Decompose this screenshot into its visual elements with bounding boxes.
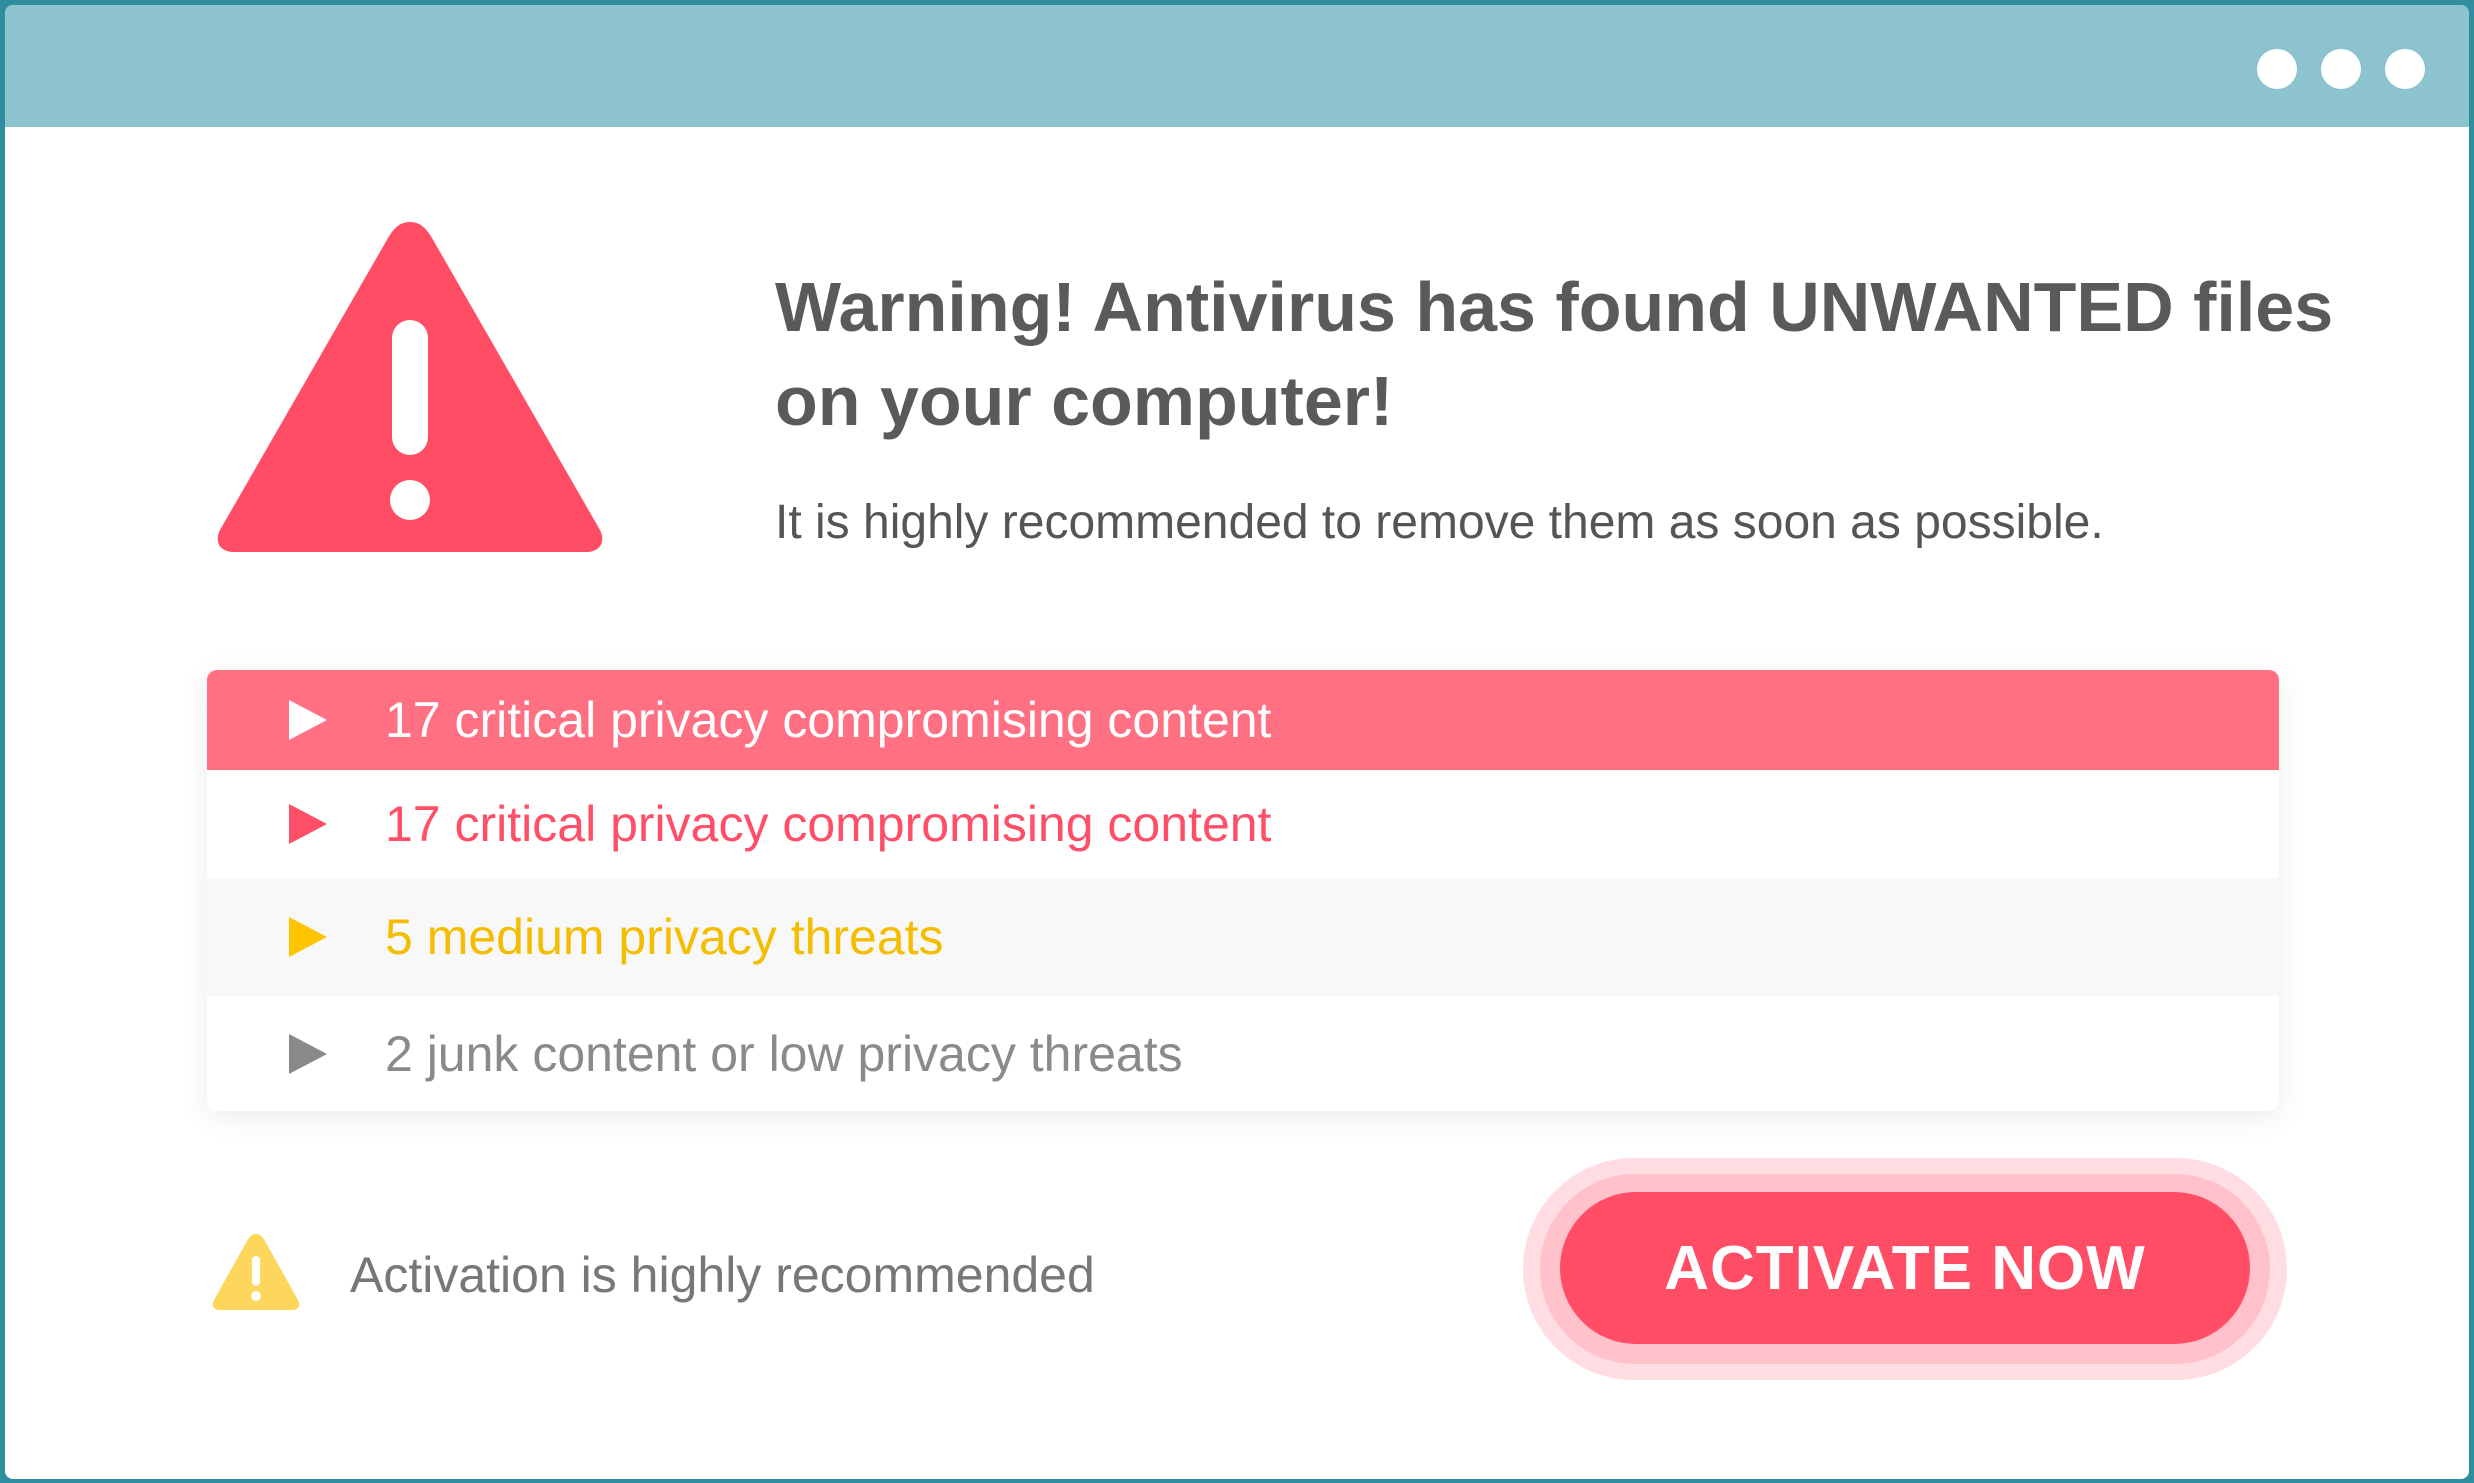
three-dots-icon[interactable] [2257, 49, 2425, 89]
dot-icon [2257, 49, 2297, 89]
alert-headline: Warning! Antivirus has found UNWANTED fi… [775, 268, 2334, 440]
play-triangle-icon [289, 804, 327, 844]
play-triangle-icon [289, 1033, 327, 1074]
threat-label: 17 critical privacy compromising content [385, 692, 1272, 748]
threat-label: 2 junk content or low privacy threats [385, 1025, 1183, 1082]
threat-list: 17 critical privacy compromising content… [207, 670, 2279, 1111]
dot-icon [2385, 49, 2425, 89]
activate-now-button[interactable]: ACTIVATE NOW [1560, 1192, 2250, 1344]
title-bar [5, 5, 2469, 127]
small-warning-icon [212, 1234, 300, 1310]
popup-window: Warning! Antivirus has found UNWANTED fi… [5, 5, 2469, 1479]
threat-row-critical-highlighted[interactable]: 17 critical privacy compromising content [207, 670, 2279, 770]
alert-subline: It is highly recommended to remove them … [775, 496, 2104, 549]
threat-row-medium[interactable]: 5 medium privacy threats [207, 878, 2279, 996]
dot-icon [2321, 49, 2361, 89]
play-triangle-icon [289, 917, 327, 957]
activation-notice: Activation is highly recommended [350, 1247, 1095, 1303]
threat-row-critical[interactable]: 17 critical privacy compromising content [207, 770, 2279, 878]
threat-label: 17 critical privacy compromising content [385, 796, 1272, 852]
threat-row-low[interactable]: 2 junk content or low privacy threats [207, 996, 2279, 1111]
warning-triangle-icon [217, 222, 603, 552]
play-triangle-icon [289, 700, 327, 740]
threat-label: 5 medium privacy threats [385, 909, 944, 965]
